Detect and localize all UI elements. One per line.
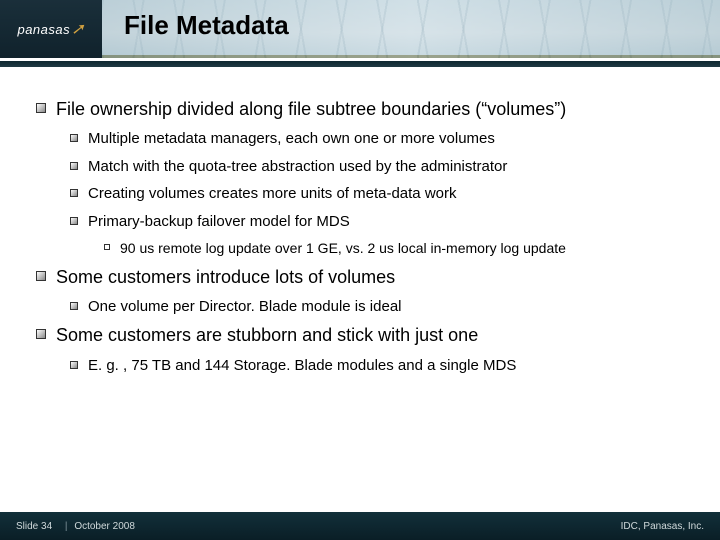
bullet-icon [36, 103, 46, 113]
footer-date: October 2008 [74, 521, 135, 532]
bullet-icon [104, 244, 110, 250]
bullet-icon [70, 189, 78, 197]
bullet-icon [70, 361, 78, 369]
bullet-icon [70, 217, 78, 225]
bullet-icon [36, 329, 46, 339]
slide-body: File ownership divided along file subtre… [0, 90, 720, 375]
bullet-level3: 90 us remote log update over 1 GE, vs. 2… [104, 239, 684, 257]
bullet-level2: E. g. , 75 TB and 144 Storage. Blade mod… [70, 356, 684, 376]
footer-credit: IDC, Panasas, Inc. [621, 521, 704, 532]
logo-text: panasas [17, 22, 70, 37]
bullet-level2: One volume per Director. Blade module is… [70, 297, 684, 317]
slide: panasas➚ File Metadata File ownership di… [0, 0, 720, 540]
footer-left: Slide 34 | October 2008 [16, 521, 139, 532]
header: panasas➚ File Metadata [0, 0, 720, 58]
header-rule [0, 61, 720, 67]
bullet-text: Creating volumes creates more units of m… [88, 184, 684, 204]
bullet-text: Multiple metadata managers, each own one… [88, 129, 684, 149]
bullet-text: Some customers introduce lots of volumes [56, 266, 684, 289]
slide-title: File Metadata [124, 10, 289, 41]
logo-swoosh-icon: ➚ [71, 19, 84, 39]
bullet-level2: Match with the quota-tree abstraction us… [70, 157, 684, 177]
bullet-text: Match with the quota-tree abstraction us… [88, 157, 684, 177]
bullet-icon [36, 271, 46, 281]
bullet-level1: File ownership divided along file subtre… [36, 98, 684, 121]
logo: panasas➚ [0, 0, 102, 58]
bullet-level2: Primary-backup failover model for MDS [70, 212, 684, 232]
bullet-icon [70, 134, 78, 142]
bullet-text: File ownership divided along file subtre… [56, 98, 684, 121]
footer: Slide 34 | October 2008 IDC, Panasas, In… [0, 512, 720, 540]
bullet-level2: Multiple metadata managers, each own one… [70, 129, 684, 149]
bullet-text: E. g. , 75 TB and 144 Storage. Blade mod… [88, 356, 684, 376]
bullet-text: Some customers are stubborn and stick wi… [56, 324, 684, 347]
bullet-level1: Some customers introduce lots of volumes [36, 266, 684, 289]
bullet-text: One volume per Director. Blade module is… [88, 297, 684, 317]
bullet-icon [70, 162, 78, 170]
bullet-icon [70, 302, 78, 310]
bullet-level1: Some customers are stubborn and stick wi… [36, 324, 684, 347]
bullet-text: Primary-backup failover model for MDS [88, 212, 684, 232]
slide-number: Slide 34 [16, 521, 52, 532]
bullet-level2: Creating volumes creates more units of m… [70, 184, 684, 204]
bullet-text: 90 us remote log update over 1 GE, vs. 2… [120, 239, 684, 257]
separator-icon: | [65, 521, 68, 532]
